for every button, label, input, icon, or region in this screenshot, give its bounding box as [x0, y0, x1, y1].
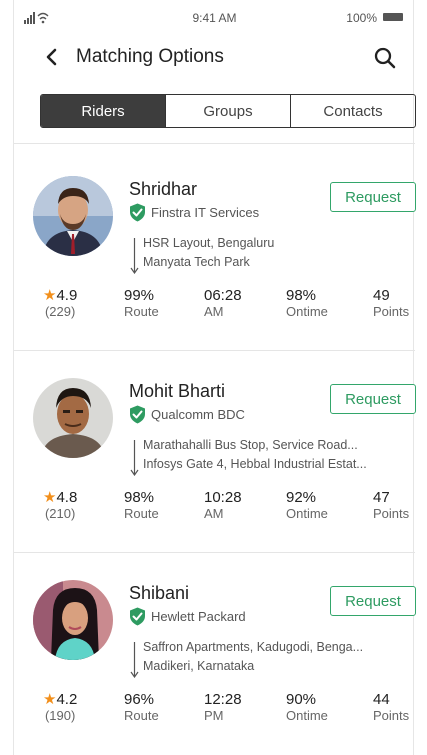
- rating-value: 4.2: [56, 691, 78, 708]
- company-name: Qualcomm BDC: [151, 406, 245, 422]
- rider-card[interactable]: Shibani Hewlett Packard Request Saffron …: [14, 547, 416, 747]
- time-value: 06:28: [204, 287, 242, 304]
- meridiem-label: AM: [204, 506, 224, 521]
- star-icon: ★: [43, 691, 57, 708]
- ontime-value: 98%: [286, 287, 317, 304]
- battery-percent: 100%: [346, 11, 377, 25]
- points-label: Points: [373, 506, 410, 521]
- route-arrow-icon: [130, 440, 139, 476]
- request-button[interactable]: Request: [330, 586, 416, 616]
- ontime-value: 90%: [286, 691, 317, 708]
- company-name: Finstra IT Services: [151, 204, 260, 220]
- verified-shield-icon: [130, 405, 145, 423]
- route-arrow-icon: [130, 238, 139, 274]
- phone-frame: 9:41 AM 100% Matching Options Riders Gro…: [13, 0, 416, 755]
- back-arrow-icon[interactable]: [42, 46, 62, 68]
- route-match-value: 96%: [124, 691, 155, 708]
- rating-stat: ★4.2 (190): [43, 691, 77, 724]
- star-icon: ★: [43, 489, 57, 506]
- tab-contacts[interactable]: Contacts: [290, 95, 415, 127]
- route-to: Infosys Gate 4, Hebbal Industrial Estat.…: [143, 457, 367, 471]
- request-button[interactable]: Request: [330, 384, 416, 414]
- points-label: Points: [373, 304, 410, 319]
- rider-stats: ★4.2 (190) 96% Route 12:28 PM 90% Ontime…: [14, 691, 415, 731]
- review-count: (229): [44, 304, 76, 319]
- points-stat: 44 Points: [373, 691, 409, 724]
- rating-value: 4.9: [56, 287, 78, 304]
- time-stat: 10:28 AM: [204, 489, 242, 522]
- time-value: 12:28: [204, 691, 242, 708]
- company-row: Finstra IT Services: [129, 202, 259, 222]
- points-stat: 47 Points: [373, 489, 409, 522]
- meridiem-label: PM: [204, 708, 224, 723]
- route-arrow-icon: [130, 642, 139, 678]
- tab-riders[interactable]: Riders: [41, 95, 165, 127]
- route-info: Marathahalli Bus Stop, Service Road... I…: [130, 438, 410, 478]
- points-value: 47: [373, 489, 390, 506]
- rider-name: Mohit Bharti: [129, 381, 226, 401]
- points-stat: 49 Points: [373, 287, 409, 320]
- rider-card[interactable]: Shridhar Finstra IT Services Request HSR…: [14, 143, 416, 343]
- route-to: Manyata Tech Park: [143, 255, 250, 269]
- route-info: HSR Layout, Bengaluru Manyata Tech Park: [130, 236, 410, 276]
- rider-card[interactable]: Mohit Bharti Qualcomm BDC Request Marath…: [14, 345, 416, 545]
- status-bar: 9:41 AM 100%: [14, 0, 415, 34]
- ontime-value: 92%: [286, 489, 317, 506]
- tab-groups[interactable]: Groups: [165, 95, 290, 127]
- meridiem-label: AM: [204, 304, 224, 319]
- route-stat: 99% Route: [124, 287, 159, 320]
- verified-shield-icon: [130, 203, 145, 221]
- avatar: [33, 378, 113, 458]
- ontime-stat: 90% Ontime: [286, 691, 328, 724]
- request-button[interactable]: Request: [330, 182, 416, 212]
- time-value: 10:28: [204, 489, 242, 506]
- company-row: Hewlett Packard: [129, 606, 246, 626]
- rider-stats: ★4.9 (229) 99% Route 06:28 AM 98% Ontime…: [14, 287, 415, 327]
- page-title: Matching Options: [76, 46, 224, 67]
- rating-stat: ★4.9 (229): [43, 287, 77, 320]
- avatar: [33, 580, 113, 660]
- route-info: Saffron Apartments, Kadugodi, Benga... M…: [130, 640, 410, 680]
- route-match-value: 99%: [124, 287, 155, 304]
- ontime-label: Ontime: [286, 506, 328, 521]
- rider-name: Shibani: [129, 583, 190, 603]
- filter-tabs: Riders Groups Contacts: [40, 94, 416, 128]
- time-stat: 12:28 PM: [204, 691, 242, 724]
- rating-stat: ★4.8 (210): [43, 489, 77, 522]
- route-match-value: 98%: [124, 489, 155, 506]
- company-name: Hewlett Packard: [151, 608, 246, 624]
- route-label: Route: [124, 506, 159, 521]
- route-stat: 96% Route: [124, 691, 159, 724]
- route-label: Route: [124, 708, 159, 723]
- rider-stats: ★4.8 (210) 98% Route 10:28 AM 92% Ontime…: [14, 489, 415, 529]
- route-stat: 98% Route: [124, 489, 159, 522]
- ontime-stat: 92% Ontime: [286, 489, 328, 522]
- star-icon: ★: [43, 287, 57, 304]
- company-row: Qualcomm BDC: [129, 404, 245, 424]
- ontime-label: Ontime: [286, 304, 328, 319]
- route-from: HSR Layout, Bengaluru: [143, 236, 275, 250]
- route-to: Madikeri, Karnataka: [143, 659, 255, 673]
- points-label: Points: [373, 708, 410, 723]
- ontime-label: Ontime: [286, 708, 328, 723]
- verified-shield-icon: [130, 607, 145, 625]
- battery-icon: [383, 13, 403, 21]
- review-count: (190): [44, 708, 76, 723]
- app-header: Matching Options: [14, 36, 415, 80]
- ontime-stat: 98% Ontime: [286, 287, 328, 320]
- rating-value: 4.8: [56, 489, 78, 506]
- points-value: 49: [373, 287, 390, 304]
- avatar: [33, 176, 113, 256]
- route-label: Route: [124, 304, 159, 319]
- time-stat: 06:28 AM: [204, 287, 242, 320]
- rider-name: Shridhar: [129, 179, 198, 199]
- search-icon[interactable]: [373, 46, 397, 70]
- review-count: (210): [44, 506, 76, 521]
- route-from: Saffron Apartments, Kadugodi, Benga...: [143, 640, 364, 654]
- route-from: Marathahalli Bus Stop, Service Road...: [143, 438, 358, 452]
- points-value: 44: [373, 691, 390, 708]
